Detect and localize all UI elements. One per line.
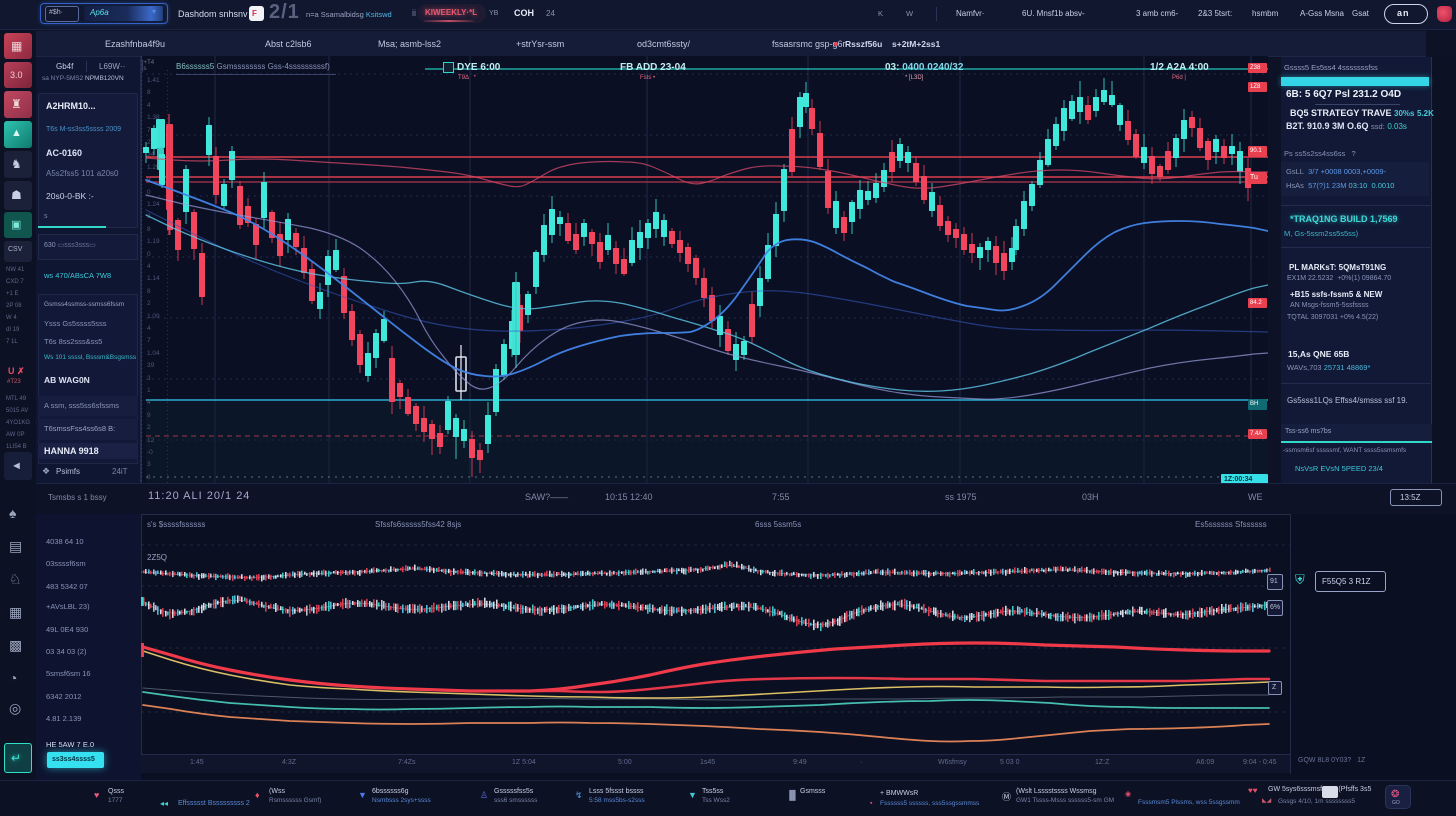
svg-text:1.41: 1.41 (147, 77, 160, 84)
svg-text:1.24: 1.24 (147, 201, 160, 208)
svg-text:3: 3 (147, 375, 151, 382)
svg-text:4: 4 (147, 325, 151, 332)
svg-text:1.09: 1.09 (147, 313, 160, 320)
svg-text:39: 39 (147, 362, 155, 369)
svg-text:1.14: 1.14 (147, 275, 160, 282)
svg-text:8: 8 (147, 474, 151, 481)
svg-text:12: 12 (147, 437, 155, 444)
svg-text:7: 7 (147, 127, 151, 134)
svg-text:2: 2 (147, 139, 151, 146)
svg-text:-0: -0 (147, 449, 153, 456)
svg-text:8: 8 (147, 226, 151, 233)
svg-text:9: 9 (147, 412, 151, 419)
svg-text:4: 4 (147, 102, 151, 109)
svg-text:7: 7 (147, 337, 151, 344)
svg-text:1: 1 (147, 387, 151, 394)
svg-text:4: 4 (147, 263, 151, 270)
svg-text:3: 3 (147, 461, 151, 468)
svg-text:1.19: 1.19 (147, 238, 160, 245)
svg-text:1.04: 1.04 (147, 350, 160, 357)
svg-text:8: 8 (147, 89, 151, 96)
svg-text:4: 4 (147, 399, 151, 406)
svg-text:8: 8 (147, 288, 151, 295)
svg-text:2: 2 (147, 424, 151, 431)
svg-text:0: 0 (147, 251, 151, 258)
svg-text:2: 2 (147, 300, 151, 307)
